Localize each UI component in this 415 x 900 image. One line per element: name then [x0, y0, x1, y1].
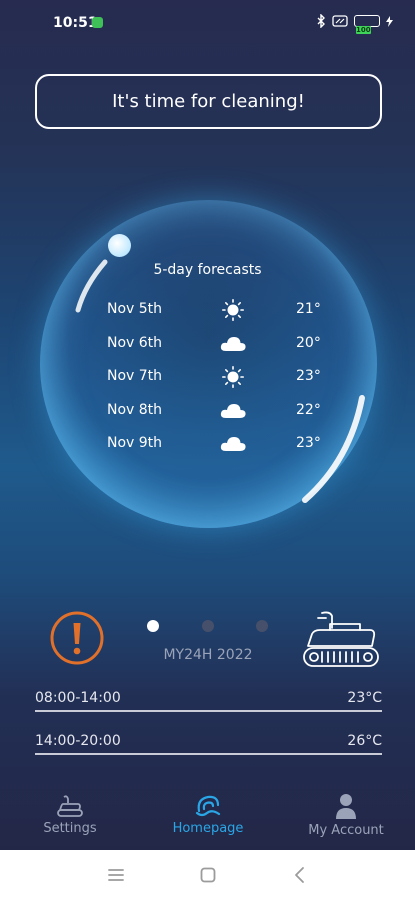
nav-homepage-label: Homepage: [172, 821, 244, 836]
menu-icon[interactable]: [106, 865, 126, 885]
nav-settings[interactable]: Settings: [10, 793, 130, 845]
sun-icon: [219, 366, 247, 389]
forecast-row: Nov 5th 21°: [0, 299, 415, 323]
status-time: 10:51: [53, 15, 98, 31]
bubble-highlight: [75, 259, 365, 503]
forecast-date: Nov 8th: [107, 402, 163, 418]
forecast-temp: 21°: [296, 301, 321, 317]
cleaning-reminder-banner[interactable]: It's time for cleaning!: [35, 74, 382, 129]
robot-settings-icon: [57, 795, 83, 817]
forecast-row: Nov 7th 23°: [0, 366, 415, 390]
period-time: 14:00-20:00: [35, 733, 121, 749]
forecast-temp: 23°: [296, 435, 321, 451]
cloud-icon: [219, 400, 247, 422]
nav-settings-label: Settings: [43, 821, 97, 836]
pager-dot-1[interactable]: [147, 620, 159, 632]
period-row: 08:00-14:00 23°C: [35, 690, 382, 712]
cloud-icon: [219, 333, 247, 355]
forecast-temp: 22°: [296, 402, 321, 418]
forecast-row: Nov 6th 20°: [0, 333, 415, 357]
home-wave-icon: [195, 795, 221, 817]
forecast-title: 5-day forecasts: [153, 262, 262, 278]
battery-icon: 100: [354, 15, 380, 34]
forecast-row: Nov 8th 22°: [0, 400, 415, 424]
pool-robot-icon[interactable]: [300, 610, 382, 670]
period-row: 14:00-20:00 26°C: [35, 733, 382, 755]
period-temp: 26°C: [347, 733, 382, 749]
forecast-date: Nov 5th: [107, 301, 163, 317]
forecast-date: Nov 6th: [107, 335, 163, 351]
nav-account-label: My Account: [308, 823, 384, 838]
back-icon[interactable]: [290, 865, 310, 885]
forecast-row: Nov 9th 23°: [0, 433, 415, 457]
period-temp: 23°C: [347, 690, 382, 706]
cloud-icon: [219, 433, 247, 455]
status-icons: 100: [317, 14, 393, 34]
user-icon: [336, 794, 356, 819]
bubble-shine: [108, 234, 131, 257]
system-nav-bar: [0, 850, 415, 900]
forecast-date: Nov 9th: [107, 435, 163, 451]
nav-account[interactable]: My Account: [286, 793, 406, 845]
nav-homepage[interactable]: Homepage: [148, 793, 268, 845]
alert-icon[interactable]: [50, 611, 104, 665]
notification-icon: [92, 17, 103, 28]
device-pager: [147, 620, 272, 632]
forecast-date: Nov 7th: [107, 368, 163, 384]
app-screen: 10:51 100 It's time for cleaning! 5-day …: [0, 0, 415, 850]
pager-dot-2[interactable]: [202, 620, 214, 632]
pager-dot-3[interactable]: [256, 620, 268, 632]
bluetooth-icon: [317, 14, 326, 28]
forecast-temp: 20°: [296, 335, 321, 351]
home-button-icon[interactable]: [198, 865, 218, 885]
battery-level: 100: [356, 26, 371, 34]
charging-icon: [386, 15, 393, 27]
forecast-temp: 23°: [296, 368, 321, 384]
sim-icon: [332, 15, 348, 27]
status-bar: 10:51 100: [0, 0, 415, 40]
sun-icon: [219, 299, 247, 322]
device-name: MY24H 2022: [163, 647, 253, 663]
period-time: 08:00-14:00: [35, 690, 121, 706]
